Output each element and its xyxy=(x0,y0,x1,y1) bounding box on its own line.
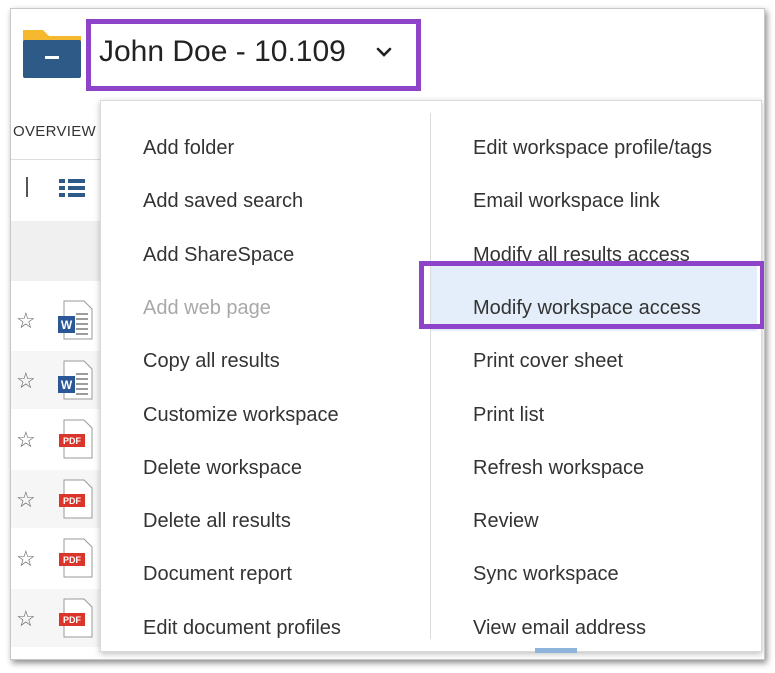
svg-text:W: W xyxy=(61,378,73,392)
menu-item-delete-workspace[interactable]: Delete workspace xyxy=(143,457,302,480)
table-row[interactable]: ☆ PDF xyxy=(11,410,111,468)
star-icon[interactable]: ☆ xyxy=(16,548,36,570)
table-row[interactable]: ☆ PDF xyxy=(11,529,111,587)
workspace-title[interactable]: John Doe - 10.109 xyxy=(99,35,346,69)
menu-item-review[interactable]: Review xyxy=(473,510,539,533)
menu-item-sync-workspace[interactable]: Sync workspace xyxy=(473,563,619,586)
column-header-band xyxy=(11,221,111,281)
star-icon[interactable]: ☆ xyxy=(16,369,36,392)
workspace-menu: Add folder Add saved search Add ShareSpace… xyxy=(100,100,762,652)
menu-item-customize-workspace[interactable]: Customize workspace xyxy=(143,404,339,427)
menu-item-delete-all-results[interactable]: Delete all results xyxy=(143,510,291,533)
menu-item-edit-document-profiles[interactable]: Edit document profiles xyxy=(143,617,341,640)
toolbar-separator xyxy=(26,177,28,197)
menu-item-copy-all-results[interactable]: Copy all results xyxy=(143,350,280,373)
list-view-icon[interactable] xyxy=(59,179,85,197)
svg-text:W: W xyxy=(61,318,73,332)
word-document-icon: W xyxy=(58,360,93,399)
pdf-document-icon: PDF xyxy=(59,538,93,578)
star-icon[interactable]: ☆ xyxy=(16,310,36,332)
table-row[interactable]: ☆ W xyxy=(11,350,111,409)
folder-icon xyxy=(23,30,81,78)
menu-item-refresh-workspace[interactable]: Refresh workspace xyxy=(473,457,644,480)
menu-item-edit-workspace-profile-tags[interactable]: Edit workspace profile/tags xyxy=(473,137,712,160)
svg-text:PDF: PDF xyxy=(63,555,82,565)
star-icon[interactable]: ☆ xyxy=(16,429,36,451)
scroll-indicator xyxy=(535,648,577,653)
star-icon[interactable]: ☆ xyxy=(16,488,36,511)
menu-item-add-saved-search[interactable]: Add saved search xyxy=(143,190,303,213)
menu-item-document-report[interactable]: Document report xyxy=(143,563,292,586)
svg-text:PDF: PDF xyxy=(63,496,82,506)
pdf-document-icon: PDF xyxy=(59,598,93,637)
app-window: John Doe - 10.109 OVERVIEW ☆ W ☆ W ☆ PDF ☆ PDF ☆… xyxy=(10,8,765,660)
menu-item-add-web-page: Add web page xyxy=(143,296,271,319)
pdf-document-icon: PDF xyxy=(59,479,93,518)
word-document-icon: W xyxy=(58,300,93,340)
menu-item-print-cover-sheet[interactable]: Print cover sheet xyxy=(473,350,623,373)
svg-text:PDF: PDF xyxy=(63,436,82,446)
pdf-document-icon: PDF xyxy=(59,419,93,459)
divider xyxy=(11,159,101,160)
table-row[interactable]: ☆ PDF xyxy=(11,469,111,528)
menu-item-print-list[interactable]: Print list xyxy=(473,404,544,427)
menu-item-view-email-address[interactable]: View email address xyxy=(473,617,646,640)
svg-text:PDF: PDF xyxy=(63,615,82,625)
table-row[interactable]: ☆ W xyxy=(11,291,111,349)
menu-item-email-workspace-link[interactable]: Email workspace link xyxy=(473,190,660,213)
table-row[interactable]: ☆ PDF xyxy=(11,588,111,647)
chevron-down-icon[interactable] xyxy=(375,43,393,61)
menu-item-highlight-frame xyxy=(419,261,764,329)
tab-overview[interactable]: OVERVIEW xyxy=(13,123,96,140)
star-icon[interactable]: ☆ xyxy=(16,607,36,630)
menu-item-add-sharespace[interactable]: Add ShareSpace xyxy=(143,244,294,267)
menu-item-add-folder[interactable]: Add folder xyxy=(143,137,234,160)
menu-divider xyxy=(430,113,431,639)
